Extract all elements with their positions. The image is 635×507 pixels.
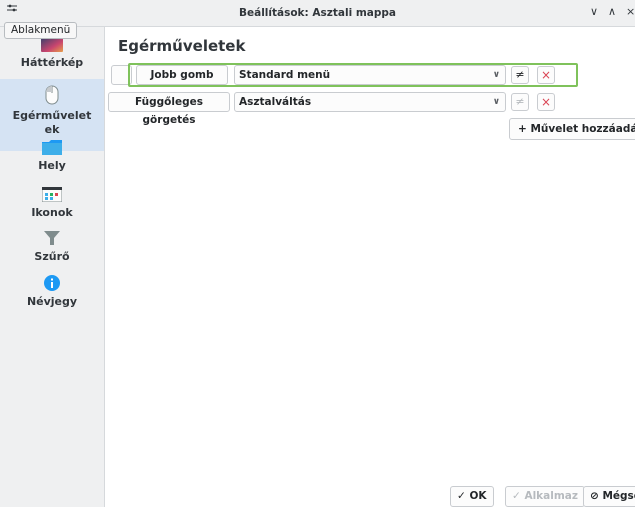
wallpaper-icon bbox=[41, 38, 63, 52]
sidebar-item-icons[interactable]: Ikonok bbox=[0, 187, 104, 227]
action-select[interactable]: Standard menü ∨ bbox=[234, 65, 506, 85]
window-menu-tooltip: Ablakmenü bbox=[4, 22, 78, 39]
sidebar-item-wallpaper[interactable]: Háttérkép bbox=[0, 35, 104, 73]
sidebar-item-label-line1: Egérművelet bbox=[12, 109, 92, 122]
chevron-down-icon: ∨ bbox=[492, 97, 500, 107]
apply-button[interactable]: ✓ Alkalmaz bbox=[505, 486, 585, 507]
configure-button[interactable]: ≠ bbox=[511, 66, 529, 84]
page-title: Egérműveletek bbox=[118, 37, 246, 55]
configure-icon: ≠ bbox=[515, 68, 525, 81]
action-select-value: Standard menü bbox=[239, 69, 331, 81]
window-title: Beállítások: Asztali mappa bbox=[238, 7, 396, 19]
remove-button[interactable]: × bbox=[537, 93, 555, 111]
chevron-down-icon: ∨ bbox=[492, 70, 500, 80]
sidebar-item-label-line2: ek bbox=[44, 123, 60, 136]
trigger-button[interactable]: Függőleges görgetés bbox=[108, 92, 230, 126]
remove-icon: × bbox=[540, 68, 552, 82]
sidebar: Háttérkép Egérművelet ek Hely Ikonok Szű… bbox=[0, 27, 105, 507]
close-icon[interactable]: × bbox=[626, 5, 635, 18]
sidebar-item-label: Ikonok bbox=[31, 206, 73, 219]
row-drag-handle[interactable] bbox=[111, 65, 132, 85]
remove-button[interactable]: × bbox=[537, 66, 555, 84]
sidebar-item-filter[interactable]: Szűrő bbox=[0, 230, 104, 270]
info-icon bbox=[44, 275, 60, 291]
folder-icon bbox=[42, 140, 62, 155]
remove-icon: × bbox=[540, 95, 552, 109]
cancel-button[interactable]: ⊘ Mégse bbox=[583, 486, 635, 507]
action-select-value: Asztalváltás bbox=[239, 96, 312, 108]
sidebar-item-label: Névjegy bbox=[26, 295, 78, 308]
mouse-icon bbox=[45, 85, 59, 105]
sidebar-item-location[interactable]: Hely bbox=[0, 140, 104, 180]
action-select[interactable]: Asztalváltás ∨ bbox=[234, 92, 506, 112]
ok-button[interactable]: ✓ OK bbox=[450, 486, 494, 507]
trigger-button[interactable]: Jobb gomb bbox=[136, 65, 228, 85]
configure-button[interactable]: ≠ bbox=[511, 93, 529, 111]
minimize-icon[interactable]: ∨ bbox=[590, 5, 598, 18]
filter-icon bbox=[44, 231, 60, 245]
sidebar-item-label: Háttérkép bbox=[20, 56, 84, 69]
configure-icon: ≠ bbox=[515, 95, 525, 108]
icons-grid-icon bbox=[42, 187, 62, 202]
sidebar-item-about[interactable]: Névjegy bbox=[0, 275, 104, 315]
maximize-icon[interactable]: ∧ bbox=[608, 5, 616, 18]
add-action-button[interactable]: + Művelet hozzáadása bbox=[509, 118, 635, 140]
title-bar: Beállítások: Asztali mappa ∨ ∧ × bbox=[0, 0, 635, 27]
sidebar-item-label: Hely bbox=[38, 159, 66, 172]
sidebar-item-label: Szűrő bbox=[34, 250, 70, 263]
